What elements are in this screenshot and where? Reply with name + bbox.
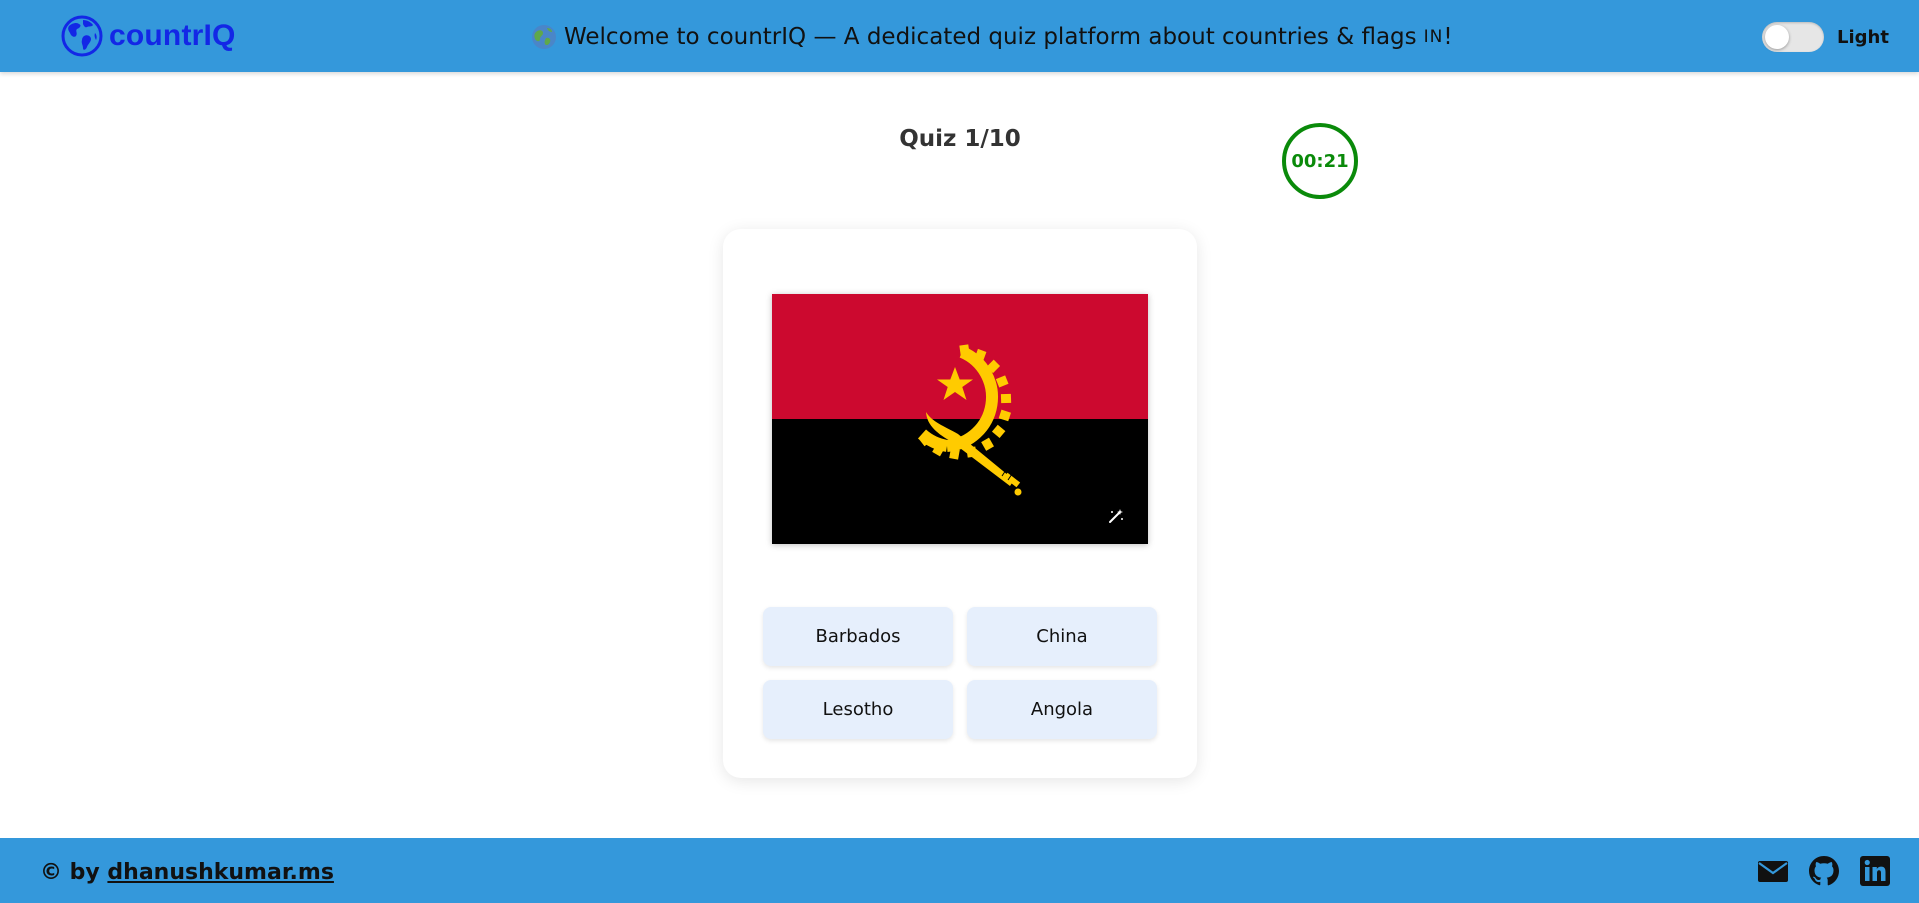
- author-link[interactable]: dhanushkumar.ms: [107, 860, 334, 885]
- flag-image: [772, 294, 1148, 544]
- theme-toggle-label: Light: [1837, 26, 1889, 48]
- footer: © by dhanushkumar.ms: [0, 838, 1919, 903]
- option-lesotho-button[interactable]: Lesotho: [763, 680, 953, 739]
- option-angola-button[interactable]: Angola: [967, 680, 1157, 739]
- flag-of-angola: [772, 294, 1148, 544]
- globe-icon: [61, 15, 103, 57]
- github-icon[interactable]: [1808, 855, 1840, 887]
- theme-toggle-switch[interactable]: [1762, 22, 1824, 52]
- countdown-timer: 00:21: [1282, 123, 1358, 199]
- brand-logo[interactable]: countrIQ: [60, 14, 236, 58]
- linkedin-icon[interactable]: [1859, 855, 1891, 887]
- welcome-exclamation: !: [1443, 24, 1453, 50]
- earth-globe-emoji-icon: [532, 25, 556, 49]
- welcome-suffix: IN: [1423, 27, 1444, 47]
- option-barbados-button[interactable]: Barbados: [763, 607, 953, 666]
- mail-icon[interactable]: [1757, 855, 1789, 887]
- quiz-progress-title: Quiz 1/10: [899, 126, 1021, 152]
- social-links: [1738, 855, 1891, 887]
- welcome-banner: Welcome to countrIQ — A dedicated quiz p…: [530, 20, 1453, 54]
- option-china-button[interactable]: China: [967, 607, 1157, 666]
- brand-name: countrIQ: [109, 19, 236, 52]
- footer-credit: © by dhanushkumar.ms: [40, 860, 334, 885]
- theme-toggle[interactable]: Light: [1762, 22, 1889, 52]
- copyright-text: © by: [40, 860, 100, 885]
- welcome-text: Welcome to countrIQ — A dedicated quiz p…: [564, 24, 1417, 50]
- answer-options: Barbados China Lesotho Angola: [763, 607, 1157, 739]
- magic-wand-icon[interactable]: [1108, 508, 1124, 524]
- theme-toggle-knob: [1765, 25, 1789, 49]
- quiz-card: Barbados China Lesotho Angola: [723, 229, 1197, 778]
- top-navbar: countrIQ Welcome to countrIQ — A dedicat…: [0, 0, 1919, 72]
